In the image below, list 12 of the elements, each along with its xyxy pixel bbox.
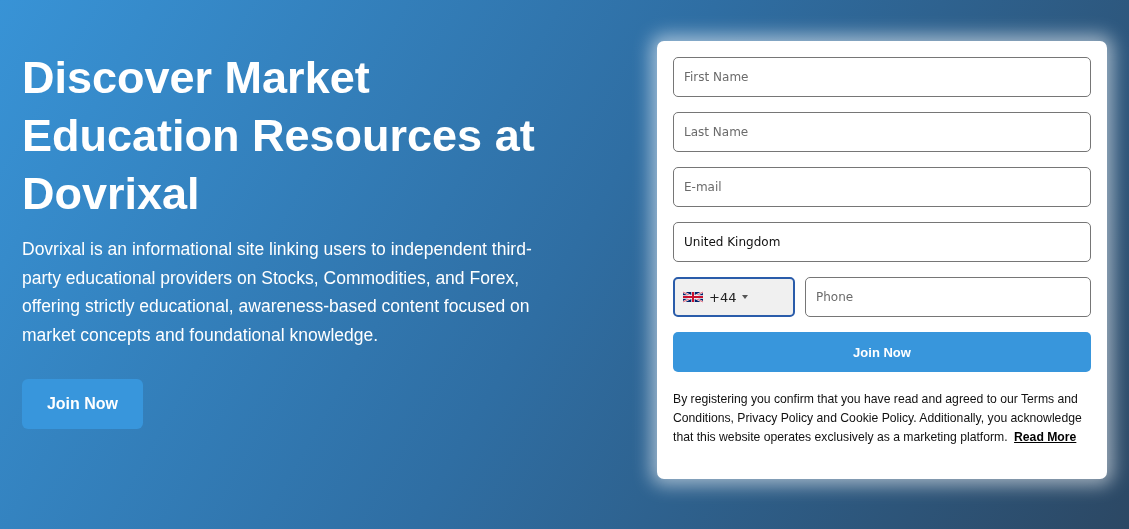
input-field[interactable]: E-mail <box>673 167 1091 207</box>
input-field[interactable]: First Name <box>673 57 1091 97</box>
country-code-select[interactable]: +44 <box>673 277 795 317</box>
hero-description: Dovrixal is an informational site linking users to independent third-party educational providers on Stocks, Commodities, and Forex, offering strictly educational, awareness-based content focused on market concepts and foundational knowledge. <box>22 238 533 347</box>
flag-icon <box>683 291 703 303</box>
read-more-link[interactable]: Read More <box>1014 430 1077 444</box>
legal-text: By registering you confirm that you have read and agreed to our Terms and Conditions, Privacy Policy and Cookie Policy. Additionally, you acknowledge that this website operates exclusively as a marketing platform. Read More <box>673 391 1083 446</box>
phone-field[interactable]: Phone <box>805 277 1091 317</box>
country-field[interactable]: United Kingdom <box>673 222 1091 262</box>
hero-heading: Discover Market Education Resources at Dovrixal <box>22 51 536 221</box>
caret-icon <box>742 295 749 299</box>
input-field[interactable]: Last Name <box>673 112 1091 152</box>
